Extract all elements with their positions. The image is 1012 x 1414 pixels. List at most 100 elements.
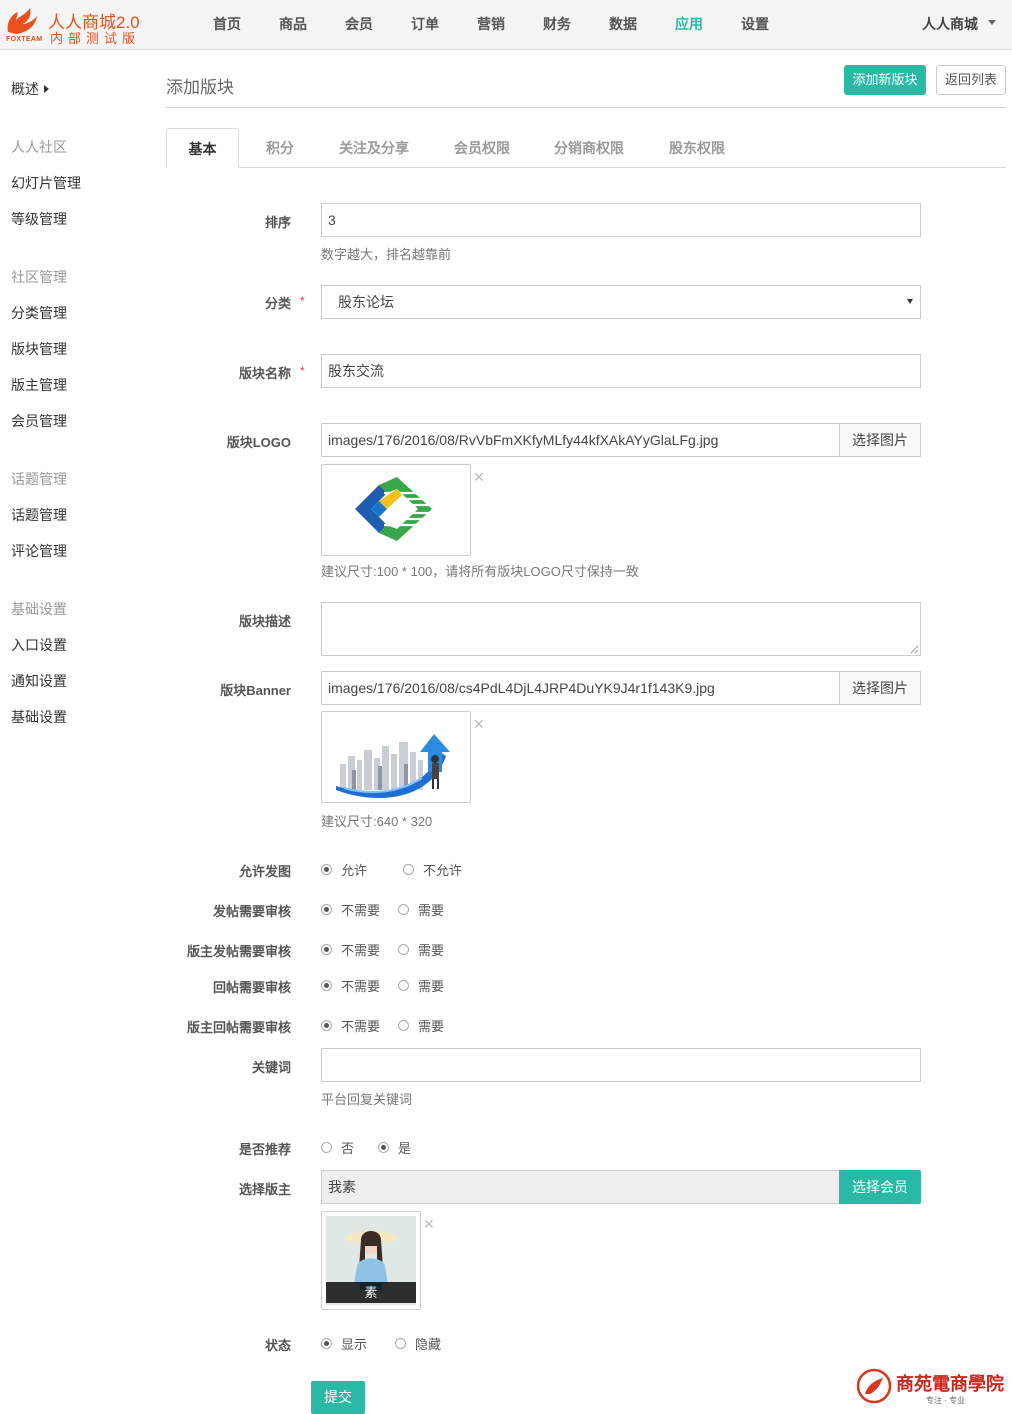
radio-recommend-no[interactable]: 否: [321, 1138, 354, 1157]
main-nav: 首页 商品 会员 订单 营销 财务 数据 应用 设置: [194, 0, 788, 50]
board-banner-label: 版块Banner: [220, 683, 291, 698]
radio-mod-reply-review-no[interactable]: 不需要: [321, 1016, 380, 1035]
radio-label: 需要: [418, 903, 445, 918]
nav-home[interactable]: 首页: [194, 0, 260, 50]
recommend-label: 是否推荐: [238, 1142, 291, 1157]
board-name-input[interactable]: 股东交流: [321, 354, 921, 388]
select-member-button[interactable]: 选择会员: [839, 1170, 921, 1204]
remove-moderator-icon[interactable]: ✕: [423, 1217, 435, 1231]
radio-disallow[interactable]: 不允许: [403, 860, 462, 879]
board-logo-label: 版块LOGO: [226, 435, 291, 450]
tab-points[interactable]: 积分: [249, 128, 311, 168]
sidebar-item-notify-settings[interactable]: 通知设置: [11, 671, 67, 691]
moderator-input[interactable]: 我素: [321, 1170, 840, 1204]
select-banner-image-button[interactable]: 选择图片: [839, 671, 921, 705]
watermark-tagline: 专注 · 专业: [926, 1396, 966, 1405]
sort-label: 排序: [264, 215, 291, 230]
radio-label: 不需要: [341, 979, 381, 994]
required-mark: *: [300, 294, 305, 308]
remove-banner-icon[interactable]: ✕: [473, 717, 485, 731]
radio-unchecked-icon: [398, 980, 410, 991]
radio-unchecked-icon: [398, 944, 410, 955]
select-logo-image-button[interactable]: 选择图片: [839, 423, 921, 457]
radio-status-show[interactable]: 显示: [321, 1334, 367, 1353]
radio-checked-icon: [321, 980, 332, 991]
radio-reply-review-no[interactable]: 不需要: [321, 976, 380, 995]
fox-logo-icon: [7, 8, 38, 34]
brand-subtitle: 内部测试版: [50, 31, 141, 46]
page-title: 添加版块: [166, 78, 234, 97]
reply-review-label: 回帖需要审核: [212, 980, 291, 995]
resize-handle-icon: [910, 645, 919, 654]
board-name-label: 版块名称: [238, 366, 291, 381]
radio-unchecked-icon: [321, 1142, 332, 1153]
tab-follow-share[interactable]: 关注及分享: [331, 128, 417, 168]
mod-post-review-label: 版主发帖需要审核: [186, 944, 291, 959]
board-description-label: 版块描述: [238, 614, 291, 629]
radio-label: 不需要: [341, 903, 381, 918]
category-selected-value: 股东论坛: [338, 294, 394, 310]
allow-image-radios: 允许 不允许: [321, 860, 480, 879]
sidebar-item-basic-settings[interactable]: 基础设置: [11, 707, 67, 727]
sidebar-item-entry-settings[interactable]: 入口设置: [11, 635, 67, 655]
radio-status-hide[interactable]: 隐藏: [395, 1334, 441, 1353]
radio-mod-post-review-yes[interactable]: 需要: [398, 940, 444, 959]
watermark-title: 商苑電商學院: [896, 1374, 1004, 1395]
sidebar-item-moderators[interactable]: 版主管理: [11, 375, 67, 395]
sidebar-item-overview[interactable]: 概述: [11, 79, 49, 99]
radio-label: 隐藏: [415, 1337, 442, 1352]
keyword-help: 平台回复关键词: [321, 1092, 413, 1107]
add-board-button[interactable]: 添加新版块: [844, 65, 926, 95]
mod-post-review-radios: 不需要 需要: [321, 940, 462, 959]
nav-finance[interactable]: 财务: [524, 0, 590, 50]
nav-goods[interactable]: 商品: [260, 0, 326, 50]
radio-recommend-yes[interactable]: 是: [378, 1138, 411, 1157]
nav-apps[interactable]: 应用: [656, 0, 722, 50]
submit-button[interactable]: 提交: [311, 1381, 365, 1414]
tab-member-permissions[interactable]: 会员权限: [445, 128, 519, 168]
avatar-caption: 素: [326, 1282, 416, 1303]
sidebar-item-topics[interactable]: 话题管理: [11, 505, 67, 525]
sidebar-group-title: 话题管理: [11, 471, 67, 487]
sidebar-group-title: 人人社区: [11, 139, 67, 155]
banner-help: 建议尺寸:640 * 320: [321, 814, 433, 829]
board-banner-path-input[interactable]: images/176/2016/08/cs4PdL4DjL4JRP4DuYK9J…: [321, 671, 840, 705]
nav-settings[interactable]: 设置: [722, 0, 788, 50]
category-select[interactable]: 股东论坛: [321, 285, 921, 319]
sidebar-item-comments[interactable]: 评论管理: [11, 541, 67, 561]
radio-mod-reply-review-yes[interactable]: 需要: [398, 1016, 444, 1035]
nav-members[interactable]: 会员: [326, 0, 392, 50]
radio-post-review-yes[interactable]: 需要: [398, 900, 444, 919]
brand-logo[interactable]: FOXTEAM 人人商城2.0 内部测试版: [4, 4, 144, 46]
sidebar-item-slides[interactable]: 幻灯片管理: [11, 173, 81, 193]
banner-graphic: [336, 734, 450, 798]
tab-basic[interactable]: 基本: [166, 128, 239, 168]
sort-input[interactable]: 3: [321, 203, 921, 237]
remove-logo-icon[interactable]: ✕: [473, 470, 485, 484]
radio-reply-review-yes[interactable]: 需要: [398, 976, 444, 995]
board-description-textarea[interactable]: [321, 602, 921, 656]
radio-label: 否: [341, 1141, 355, 1156]
back-to-list-button[interactable]: 返回列表: [936, 65, 1006, 95]
radio-post-review-no[interactable]: 不需要: [321, 900, 380, 919]
sidebar-item-boards[interactable]: 版块管理: [11, 339, 67, 359]
sidebar-group-title: 社区管理: [11, 269, 67, 285]
radio-label: 是: [398, 1141, 412, 1156]
sidebar-item-levels[interactable]: 等级管理: [11, 209, 67, 229]
nav-orders[interactable]: 订单: [392, 0, 458, 50]
board-logo-path-input[interactable]: images/176/2016/08/RvVbFmXKfyMLfy44kfXAk…: [321, 423, 840, 457]
radio-checked-icon: [321, 1338, 332, 1349]
sidebar-item-categories[interactable]: 分类管理: [11, 303, 67, 323]
sidebar-item-members[interactable]: 会员管理: [11, 411, 67, 431]
user-menu[interactable]: 人人商城: [922, 0, 996, 48]
nav-data[interactable]: 数据: [590, 0, 656, 50]
post-review-label: 发帖需要审核: [212, 904, 291, 919]
status-radios: 显示 隐藏: [321, 1334, 459, 1353]
keyword-input[interactable]: [321, 1048, 921, 1082]
radio-mod-post-review-no[interactable]: 不需要: [321, 940, 380, 959]
nav-marketing[interactable]: 营销: [458, 0, 524, 50]
post-review-radios: 不需要 需要: [321, 900, 462, 919]
tab-distributor-permissions[interactable]: 分销商权限: [545, 128, 633, 168]
tab-shareholder-permissions[interactable]: 股东权限: [661, 128, 733, 168]
radio-allow[interactable]: 允许: [321, 860, 367, 879]
